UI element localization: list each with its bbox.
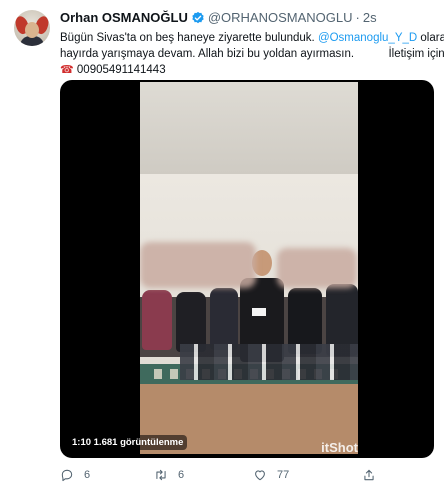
reply-count: 6: [84, 469, 91, 481]
reply-button[interactable]: 6: [60, 468, 90, 482]
tweet-text: Bügün Sivas'ta on beş haneye ziyarette b…: [60, 30, 444, 78]
retweet-icon: [154, 468, 168, 482]
phone-number: 00905491141443: [76, 64, 166, 76]
like-count: 77: [277, 469, 290, 481]
blurred-faces: [140, 242, 256, 288]
video-person: [210, 288, 238, 350]
tweet-text-part: hayırda yarışmaya devam. Allah bizi bu y…: [60, 48, 355, 60]
tweet[interactable]: Orhan OSMANOĞLU @ORHANOSMANOGLU · 2s Büg…: [0, 0, 444, 492]
like-button[interactable]: 77: [253, 468, 289, 482]
separator: ·: [355, 10, 360, 25]
video-frame[interactable]: [140, 82, 358, 454]
avatar-face: [25, 22, 39, 38]
video-player[interactable]: 1:10 1.681 görüntülenme itShot: [60, 80, 434, 458]
retweet-count: 6: [178, 469, 185, 481]
share-icon: [362, 468, 376, 482]
tweet-actions: 6 6 77: [60, 468, 390, 486]
tweet-text-part: Bügün Sivas'ta on beş haneye ziyarette b…: [60, 32, 315, 44]
author-name[interactable]: Orhan OSMANOĞLU: [60, 10, 188, 25]
tweet-line-3: ☎ 00905491141443: [60, 62, 440, 78]
tweet-text-part: İletişim için: [388, 48, 444, 60]
reply-icon: [60, 468, 74, 482]
telephone-icon: ☎: [60, 64, 74, 76]
timestamp[interactable]: 2s: [363, 10, 377, 25]
author-handle[interactable]: @ORHANOSMANOGLU: [208, 10, 353, 25]
video-duration-views: 1:10 1.681 görüntülenme: [68, 435, 188, 450]
tweet-line-2: hayırda yarışmaya devam. Allah bizi bu y…: [60, 46, 444, 62]
video-paper: [252, 308, 266, 316]
tweet-text-part: olarak: [420, 32, 444, 44]
heart-icon: [253, 468, 267, 482]
video-person: [176, 292, 206, 352]
blurred-faces: [277, 248, 357, 288]
video-legs: [180, 344, 358, 380]
video-watermark: itShot: [321, 440, 358, 455]
tweet-line-1: Bügün Sivas'ta on beş haneye ziyarette b…: [60, 30, 444, 46]
avatar[interactable]: [14, 10, 50, 46]
video-ceiling: [140, 82, 358, 174]
retweet-button[interactable]: 6: [154, 468, 184, 482]
verified-icon: [191, 11, 205, 25]
video-person: [142, 290, 172, 350]
tweet-header: Orhan OSMANOĞLU @ORHANOSMANOGLU · 2s: [60, 10, 377, 25]
mention-link[interactable]: @Osmanoglu_Y_D: [318, 32, 417, 44]
share-button[interactable]: [362, 468, 376, 482]
